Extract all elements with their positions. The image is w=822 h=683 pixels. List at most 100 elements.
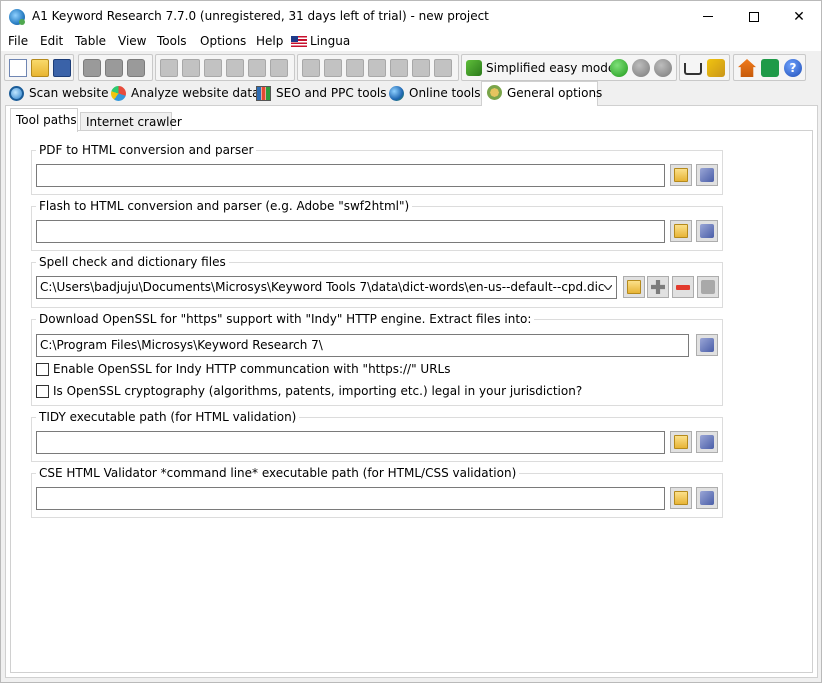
toolbar-mode-group: Simplified easy mode — [461, 54, 677, 81]
cut-icon[interactable] — [160, 59, 178, 77]
chevron-down-icon — [604, 285, 612, 290]
simplified-mode-button[interactable]: Simplified easy mode — [486, 61, 615, 75]
tab-scan-website[interactable]: Scan website — [4, 83, 108, 105]
import-icon[interactable] — [83, 59, 101, 77]
globe-icon — [389, 86, 404, 101]
folder-icon — [627, 280, 641, 294]
tab-online-tools[interactable]: Online tools — [384, 83, 481, 105]
close-button[interactable]: ✕ — [776, 1, 822, 32]
enable-openssl-label: Enable OpenSSL for Indy HTTP communcatio… — [53, 362, 451, 376]
tab-analyze-website-data[interactable]: Analyze website data — [106, 83, 259, 105]
copy-icon[interactable] — [182, 59, 200, 77]
tree-filter-icon[interactable] — [390, 59, 408, 77]
enable-openssl-checkbox[interactable] — [36, 363, 49, 376]
window-title: A1 Keyword Research 7.7.0 (unregistered,… — [32, 9, 489, 23]
pdf-browse-folder-button[interactable] — [670, 164, 692, 186]
minimize-button[interactable] — [685, 1, 731, 32]
open-project-icon[interactable] — [31, 59, 49, 77]
openssl-legal-checkbox[interactable] — [36, 385, 49, 398]
toolbar-buy-group — [679, 54, 730, 81]
menu-lingua[interactable]: Lingua — [310, 34, 350, 48]
print-icon[interactable] — [127, 59, 145, 77]
openssl-browse-file-button[interactable] — [696, 334, 718, 356]
us-flag-icon — [291, 36, 307, 47]
toolbar-data-group — [78, 54, 153, 81]
minimize-icon — [703, 16, 713, 17]
toolbar-web-group: ? — [733, 54, 806, 81]
help-icon[interactable]: ? — [784, 59, 802, 77]
menu-bar: File Edit Table View Tools Options Help … — [1, 32, 821, 51]
toolbar-file-group — [4, 54, 74, 81]
register-key-icon[interactable] — [707, 59, 725, 77]
spell-add-button[interactable] — [647, 276, 669, 298]
menu-options[interactable]: Options — [200, 34, 246, 48]
cse-browse-folder-button[interactable] — [670, 487, 692, 509]
stop-scan-icon[interactable] — [632, 59, 650, 77]
menu-file[interactable]: File — [8, 34, 28, 48]
tidy-browse-file-button[interactable] — [696, 431, 718, 453]
file-browse-icon — [700, 491, 714, 505]
spell-check-group: Spell check and dictionary files C:\User… — [31, 255, 723, 308]
spell-check-label: Spell check and dictionary files — [36, 255, 229, 269]
tree-group-icon[interactable] — [434, 59, 452, 77]
new-project-icon[interactable] — [9, 59, 27, 77]
flash-parser-path-input[interactable] — [36, 220, 665, 243]
menu-help[interactable]: Help — [256, 34, 283, 48]
replace-icon[interactable] — [270, 59, 288, 77]
folder-icon — [674, 491, 688, 505]
maximize-button[interactable] — [731, 1, 777, 32]
menu-edit[interactable]: Edit — [40, 34, 63, 48]
tab-seo-ppc-tools[interactable]: SEO and PPC tools — [251, 83, 387, 105]
tab-label: Scan website — [29, 86, 109, 100]
find-icon[interactable] — [248, 59, 266, 77]
cse-browse-file-button[interactable] — [696, 487, 718, 509]
minus-icon — [676, 285, 690, 290]
tree-collapse-icon[interactable] — [302, 59, 320, 77]
spell-dictionary-value: C:\Users\badjuju\Documents\Microsys\Keyw… — [40, 280, 605, 294]
undo-icon[interactable] — [226, 59, 244, 77]
menu-table[interactable]: Table — [75, 34, 106, 48]
toolbar-edit-group — [155, 54, 295, 81]
share-icon[interactable] — [761, 59, 779, 77]
spell-remove-button[interactable] — [672, 276, 694, 298]
resume-scan-icon[interactable] — [654, 59, 672, 77]
openssl-label: Download OpenSSL for "https" support wit… — [36, 312, 535, 326]
folder-icon — [674, 168, 688, 182]
start-scan-icon[interactable] — [610, 59, 628, 77]
home-icon[interactable] — [738, 59, 756, 77]
folder-icon — [674, 435, 688, 449]
menu-view[interactable]: View — [118, 34, 146, 48]
openssl-group: Download OpenSSL for "https" support wit… — [31, 312, 723, 406]
openssl-path-input[interactable]: C:\Program Files\Microsys\Keyword Resear… — [36, 334, 689, 357]
tree-level-icon[interactable] — [346, 59, 364, 77]
pdf-parser-path-input[interactable] — [36, 164, 665, 187]
tidy-path-input[interactable] — [36, 431, 665, 454]
tidy-browse-folder-button[interactable] — [670, 431, 692, 453]
menu-tools[interactable]: Tools — [157, 34, 187, 48]
close-icon: ✕ — [793, 8, 805, 25]
paste-icon[interactable] — [204, 59, 222, 77]
spell-dictionary-select[interactable]: C:\Users\badjuju\Documents\Microsys\Keyw… — [36, 276, 617, 299]
subtab-internet-crawler[interactable]: Internet crawler — [80, 112, 182, 132]
tree-sort-icon[interactable] — [412, 59, 430, 77]
tool-paths-panel: PDF to HTML conversion and parser Flash … — [10, 130, 813, 673]
pdf-parser-group: PDF to HTML conversion and parser — [31, 143, 723, 195]
export-icon[interactable] — [105, 59, 123, 77]
pdf-parser-label: PDF to HTML conversion and parser — [36, 143, 257, 157]
pdf-browse-file-button[interactable] — [696, 164, 718, 186]
app-window: A1 Keyword Research 7.7.0 (unregistered,… — [0, 0, 822, 683]
cse-validator-path-input[interactable] — [36, 487, 665, 510]
save-project-icon[interactable] — [53, 59, 71, 77]
flash-browse-file-button[interactable] — [696, 220, 718, 242]
subtab-tool-paths[interactable]: Tool paths — [10, 108, 78, 132]
tree-move-icon[interactable] — [368, 59, 386, 77]
flash-browse-folder-button[interactable] — [670, 220, 692, 242]
pie-chart-icon — [111, 86, 126, 101]
buy-cart-icon[interactable] — [684, 63, 702, 75]
openssl-legal-label: Is OpenSSL cryptography (algorithms, pat… — [53, 384, 583, 398]
tree-expand-icon[interactable] — [324, 59, 342, 77]
spell-edit-button[interactable] — [697, 276, 719, 298]
spell-browse-folder-button[interactable] — [623, 276, 645, 298]
tab-general-options[interactable]: General options — [481, 81, 602, 106]
flash-parser-label: Flash to HTML conversion and parser (e.g… — [36, 199, 413, 213]
